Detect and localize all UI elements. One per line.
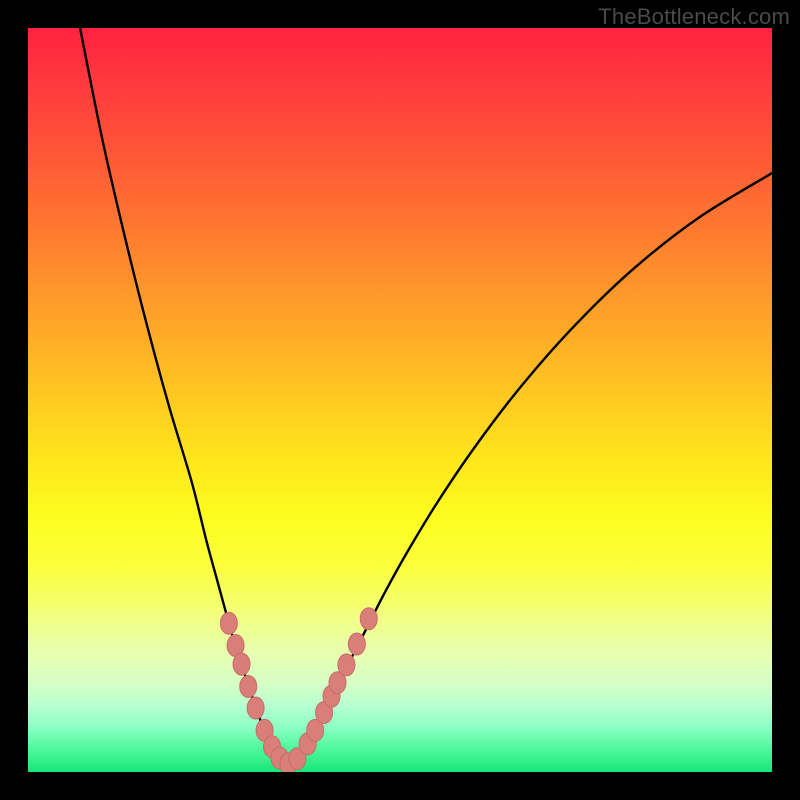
bottleneck-curve-chart — [28, 28, 772, 772]
marker-group — [220, 608, 377, 772]
marker-point — [247, 697, 264, 719]
marker-point — [360, 608, 377, 630]
curve-left-branch — [80, 28, 287, 765]
marker-point — [240, 675, 257, 697]
curve-right-branch — [287, 173, 772, 764]
chart-frame: TheBottleneck.com — [0, 0, 800, 800]
watermark-text: TheBottleneck.com — [598, 4, 790, 30]
marker-point — [338, 654, 355, 676]
plot-area — [28, 28, 772, 772]
marker-point — [348, 633, 365, 655]
marker-point — [233, 653, 250, 675]
marker-point — [220, 612, 237, 634]
